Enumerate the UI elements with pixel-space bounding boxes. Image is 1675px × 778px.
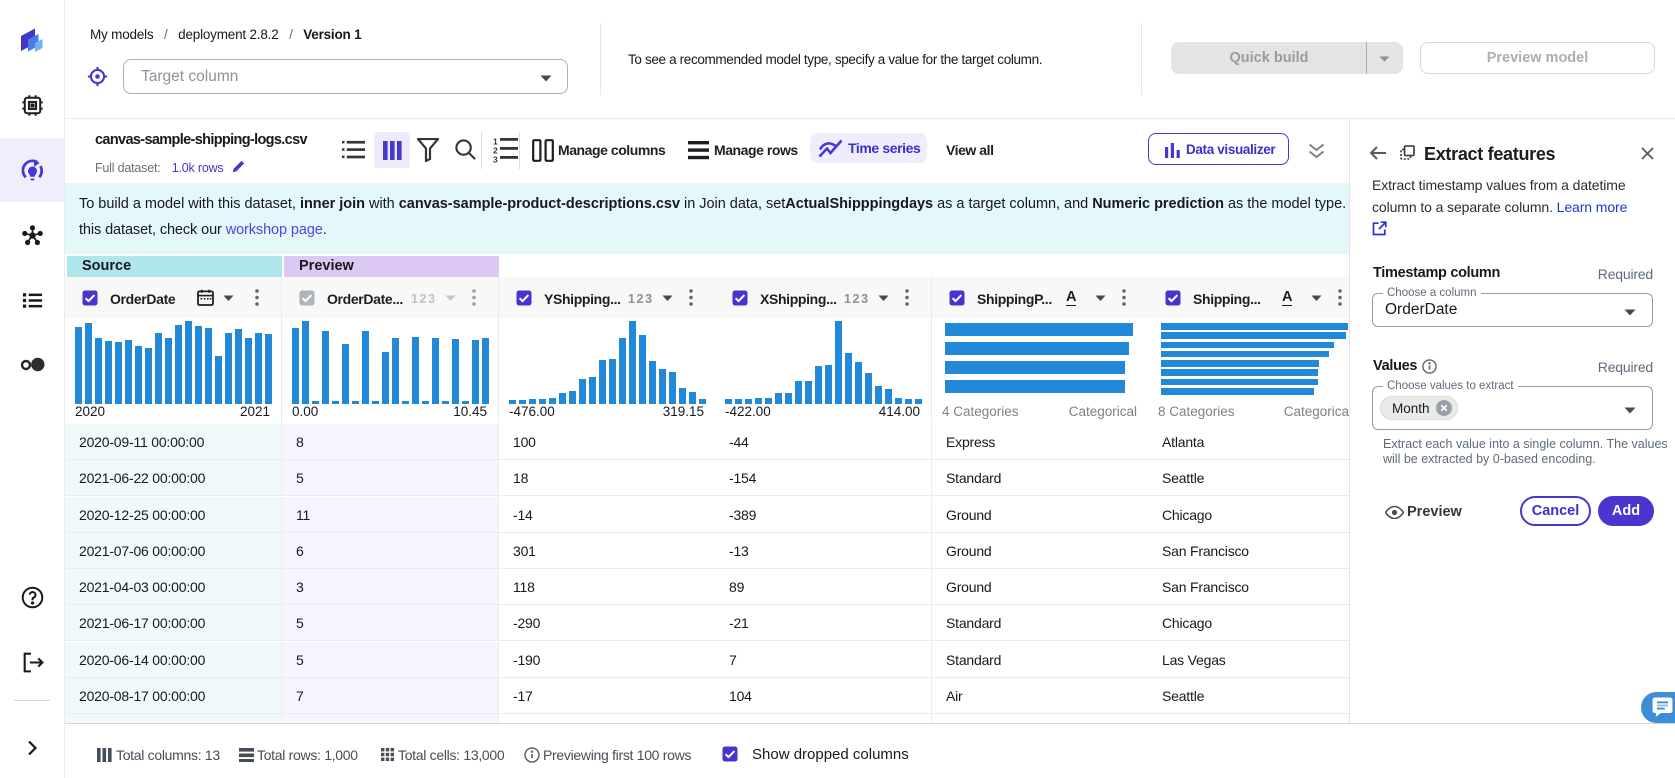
svg-text:3: 3 (493, 155, 498, 164)
